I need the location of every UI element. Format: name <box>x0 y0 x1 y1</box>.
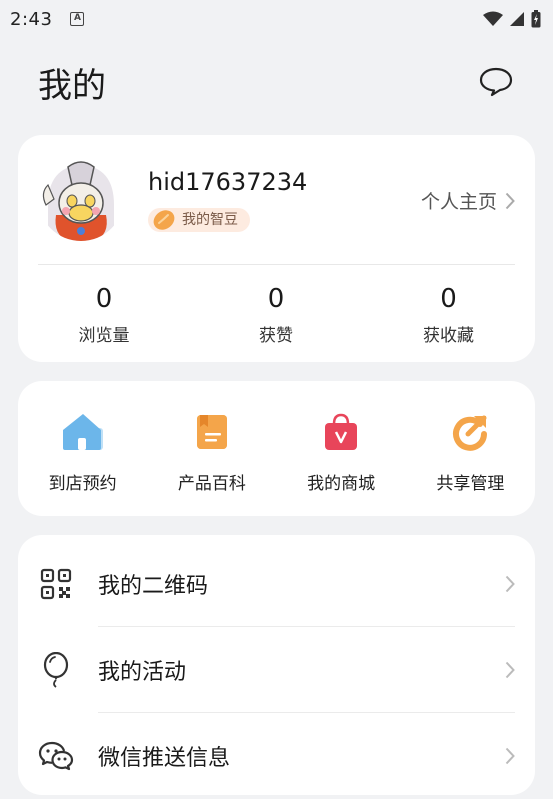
accessibility-a-icon: A <box>70 12 85 26</box>
stat-favorites[interactable]: 0 获收藏 <box>362 279 535 346</box>
page-header: 我的 <box>0 52 553 112</box>
avatar-image-icon <box>38 155 124 241</box>
chevron-right-icon <box>505 747 515 765</box>
menu-item-label: 微信推送信息 <box>98 746 231 771</box>
badge-label: 我的智豆 <box>182 212 238 228</box>
shortcut-store-booking[interactable]: 到店预约 <box>18 381 147 516</box>
stats-row: 0 浏览量 0 获赞 0 获收藏 <box>18 279 535 346</box>
menu-item-qr-code[interactable]: 我的二维码 <box>18 541 535 627</box>
menu-card: 我的二维码 我的活动 微信推送信息 <box>18 535 535 795</box>
personal-homepage-link[interactable]: 个人主页 <box>421 187 515 214</box>
chevron-right-icon <box>505 192 515 209</box>
shortcut-label: 我的商城 <box>307 474 376 494</box>
shortcut-label: 产品百科 <box>177 474 246 494</box>
battery-icon <box>531 10 541 28</box>
signal-icon <box>510 12 524 26</box>
shortcut-label: 到店预约 <box>48 474 117 494</box>
status-bar: 2:43 A <box>0 0 553 38</box>
balloon-icon <box>43 652 69 688</box>
divider <box>38 264 515 265</box>
stat-views[interactable]: 0 浏览量 <box>18 279 190 346</box>
menu-item-my-activities[interactable]: 我的活动 <box>18 627 535 713</box>
wechat-icon <box>38 741 74 771</box>
shortcut-product-wiki[interactable]: 产品百科 <box>147 381 276 516</box>
status-time: 2:43 <box>10 8 53 30</box>
stat-label: 浏览量 <box>78 326 130 346</box>
shortcut-label: 共享管理 <box>436 474 505 494</box>
shopping-bag-icon <box>325 413 358 450</box>
message-button[interactable] <box>477 65 515 99</box>
menu-item-label: 我的二维码 <box>98 574 209 599</box>
smart-bean-badge[interactable]: 我的智豆 <box>148 208 250 232</box>
profile-card: hid17637234 我的智豆 个人主页 0 浏览量 0 获赞 0 获收藏 <box>18 135 535 362</box>
stat-label: 获收藏 <box>423 326 474 346</box>
shortcut-share-management[interactable]: 共享管理 <box>406 381 535 516</box>
share-icon <box>453 415 488 451</box>
store-home-icon <box>62 414 103 450</box>
shortcuts-card: 到店预约 产品百科 我的商城 共享管理 <box>18 381 535 516</box>
homepage-label: 个人主页 <box>420 191 497 213</box>
avatar[interactable] <box>38 155 124 241</box>
qr-code-icon <box>40 568 72 600</box>
chat-bubble-icon <box>479 67 513 97</box>
book-icon <box>196 415 227 449</box>
stat-value: 0 <box>95 284 113 314</box>
shortcut-my-mall[interactable]: 我的商城 <box>277 381 406 516</box>
chevron-right-icon <box>505 575 515 593</box>
stat-value: 0 <box>440 284 457 314</box>
page-title: 我的 <box>38 65 106 106</box>
menu-item-label: 我的活动 <box>98 660 187 685</box>
username: hid17637234 <box>148 168 308 196</box>
stat-label: 获赞 <box>259 326 293 346</box>
wifi-icon <box>483 11 503 26</box>
stat-value: 0 <box>267 284 285 314</box>
chevron-right-icon <box>505 661 515 679</box>
menu-item-wechat-push[interactable]: 微信推送信息 <box>18 713 535 799</box>
bean-icon <box>153 210 175 230</box>
stat-likes[interactable]: 0 获赞 <box>190 279 362 346</box>
